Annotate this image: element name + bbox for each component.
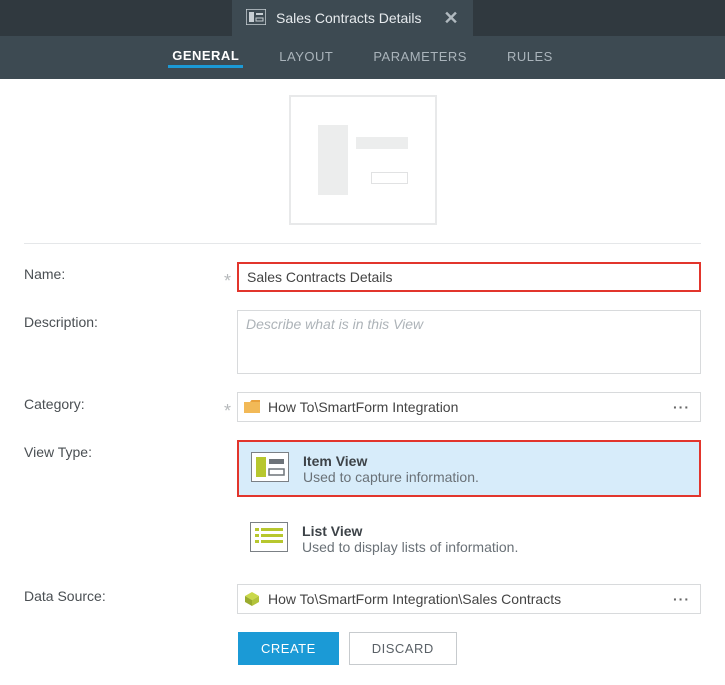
category-label: Category: <box>24 392 224 412</box>
ellipsis-button[interactable]: ··· <box>669 399 694 415</box>
datasource-picker[interactable]: How To\SmartForm Integration\Sales Contr… <box>237 584 701 614</box>
list-view-subtitle: Used to display lists of information. <box>302 539 518 555</box>
item-view-title: Item View <box>303 453 479 469</box>
close-icon[interactable]: ✕ <box>444 8 459 29</box>
viewtype-item[interactable]: Item View Used to capture information. <box>237 440 701 497</box>
document-tab[interactable]: Sales Contracts Details ✕ <box>232 0 473 36</box>
datasource-value: How To\SmartForm Integration\Sales Contr… <box>268 591 669 607</box>
discard-button[interactable]: DISCARD <box>349 632 457 665</box>
view-thumbnail <box>289 95 437 225</box>
viewtype-list[interactable]: List View Used to display lists of infor… <box>237 511 701 566</box>
category-picker[interactable]: How To\SmartForm Integration ··· <box>237 392 701 422</box>
required-star-icon: * <box>224 272 231 290</box>
folder-icon <box>244 400 260 414</box>
ellipsis-button[interactable]: ··· <box>669 591 694 607</box>
item-view-subtitle: Used to capture information. <box>303 469 479 485</box>
tab-row: GENERAL LAYOUT PARAMETERS RULES <box>0 36 725 79</box>
tab-rules[interactable]: RULES <box>503 49 557 66</box>
tab-general[interactable]: GENERAL <box>168 48 243 68</box>
tab-layout[interactable]: LAYOUT <box>275 49 337 66</box>
tab-parameters[interactable]: PARAMETERS <box>369 49 471 66</box>
button-row: CREATE DISCARD <box>238 632 701 665</box>
required-star-icon: * <box>224 402 231 420</box>
list-view-title: List View <box>302 523 518 539</box>
create-button[interactable]: CREATE <box>238 632 339 665</box>
form-icon <box>246 9 266 28</box>
name-input[interactable] <box>237 262 701 292</box>
cube-icon <box>244 591 260 607</box>
divider <box>24 243 701 244</box>
description-input[interactable]: Describe what is in this View <box>237 310 701 374</box>
titlebar: Sales Contracts Details ✕ <box>0 0 725 36</box>
datasource-label: Data Source: <box>24 584 224 604</box>
item-view-icon <box>251 452 289 485</box>
document-title: Sales Contracts Details <box>276 10 422 26</box>
list-view-icon <box>250 522 288 555</box>
viewtype-label: View Type: <box>24 440 224 460</box>
category-value: How To\SmartForm Integration <box>268 399 669 415</box>
name-label: Name: <box>24 262 224 282</box>
description-label: Description: <box>24 310 224 330</box>
